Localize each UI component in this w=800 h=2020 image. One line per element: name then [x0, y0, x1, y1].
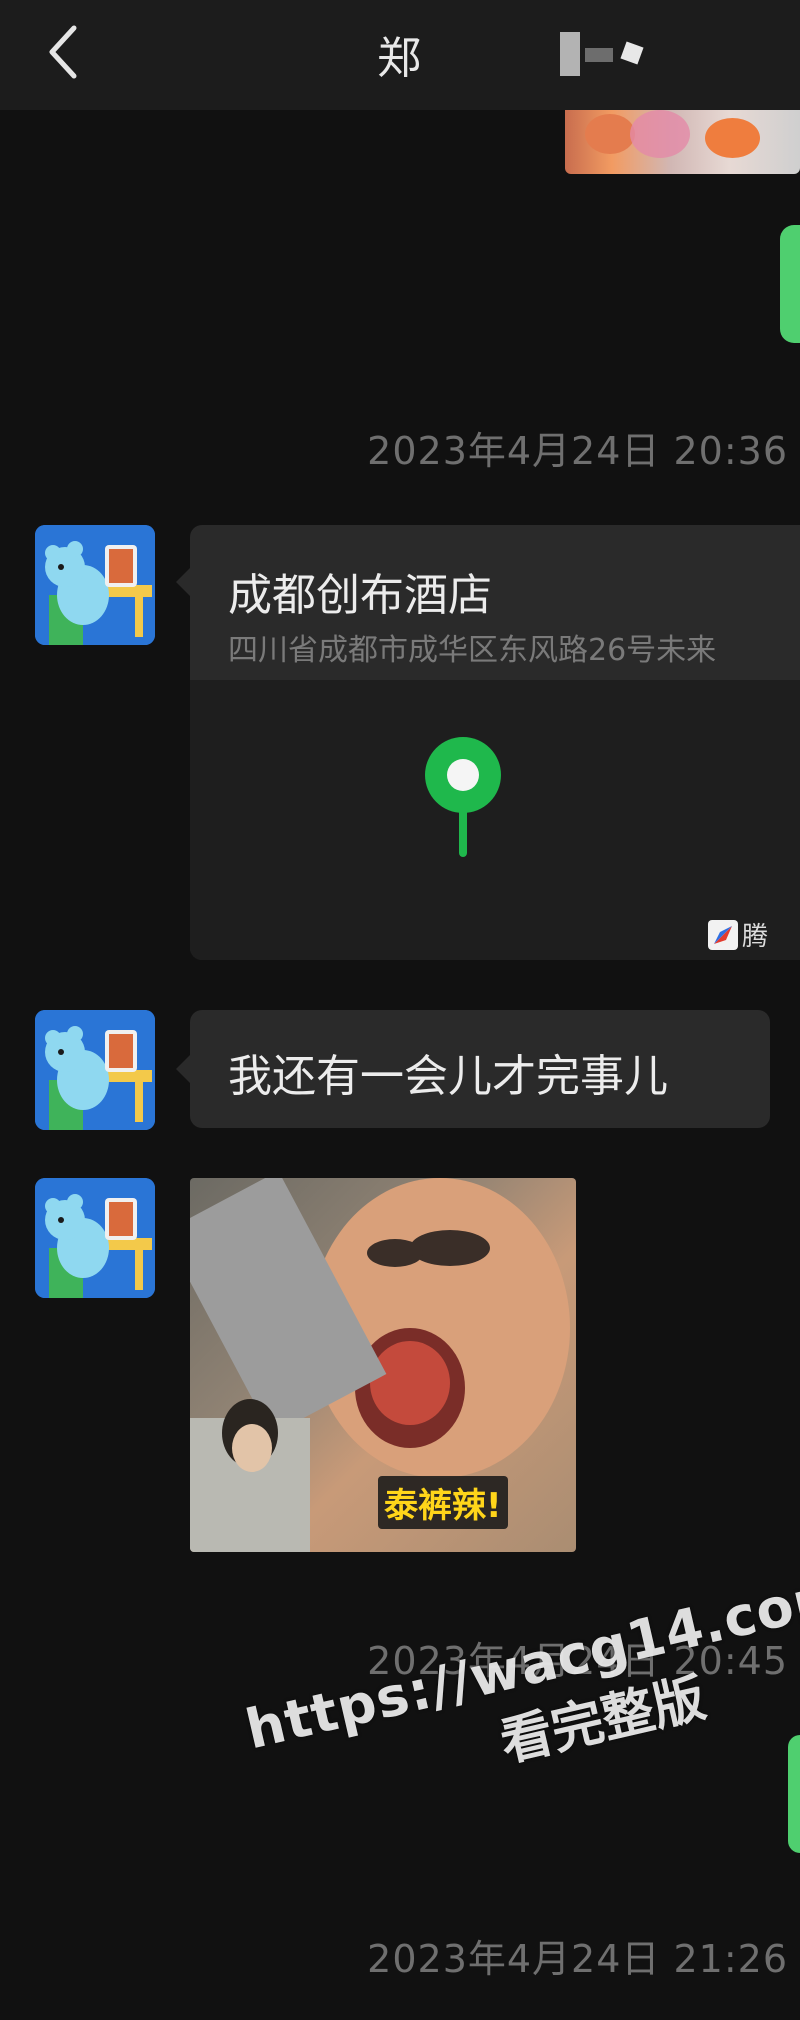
avatar[interactable] — [35, 1010, 155, 1130]
sent-photo[interactable] — [565, 110, 800, 174]
name-redaction — [555, 26, 685, 82]
map-brand-label: 腾 — [742, 922, 769, 952]
timestamp: 2023年4月24日 21:26 — [367, 1937, 788, 1981]
bear-avatar-icon — [35, 1010, 155, 1130]
avatar[interactable] — [35, 1178, 155, 1298]
watermark: https://wacg14.com 看完整版 — [240, 1561, 800, 1831]
message-text: 我还有一会儿才完事儿 — [228, 1051, 668, 1102]
bubble-tail — [176, 1055, 190, 1083]
received-message-bubble[interactable]: 我还有一会儿才完事儿 — [190, 1010, 770, 1128]
sticker-caption: 泰裤辣! — [378, 1476, 508, 1529]
location-name: 成都创布酒店 — [228, 570, 492, 621]
map-preview[interactable]: 腾 — [190, 680, 800, 960]
sent-message-bubble[interactable] — [780, 225, 800, 343]
tencent-map-logo-icon — [708, 920, 738, 950]
bubble-tail — [176, 568, 190, 596]
avatar[interactable] — [35, 525, 155, 645]
chat-header: 郑 — [0, 0, 800, 110]
bear-avatar-icon — [35, 525, 155, 645]
sent-message-bubble[interactable] — [788, 1735, 800, 1853]
timestamp: 2023年4月24日 20:36 — [367, 429, 788, 473]
location-card[interactable]: 成都创布酒店 四川省成都市成华区东风路26号未来 腾 — [190, 525, 800, 960]
sticker-image[interactable]: 泰裤辣! — [190, 1178, 576, 1552]
location-address: 四川省成都市成华区东风路26号未来 — [228, 633, 717, 668]
bear-avatar-icon — [35, 1178, 155, 1298]
map-pin-icon — [425, 737, 501, 857]
